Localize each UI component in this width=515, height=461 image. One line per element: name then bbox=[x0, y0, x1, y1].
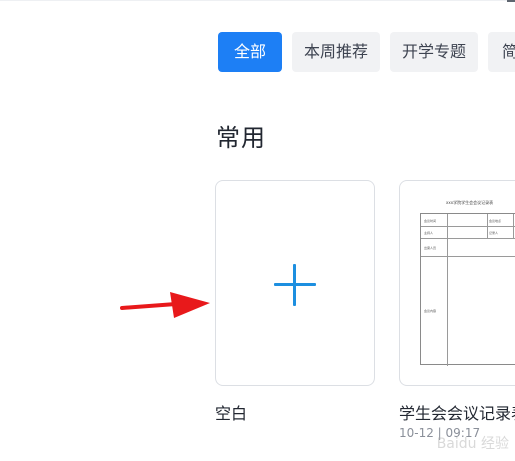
thumbnail-title: xxx学院学生会会议记录表 bbox=[446, 200, 494, 205]
thumbnail-cell: 出席人员 bbox=[424, 246, 437, 250]
meeting-record-template-card[interactable]: xxx学院学生会会议记录表 会议时间 会议地点 主持人 记录人 出席人员 会议内… bbox=[399, 180, 515, 386]
thumbnail-cell: 主持人 bbox=[424, 231, 434, 235]
watermark: Baidu 经验 bbox=[436, 436, 509, 452]
top-divider bbox=[0, 0, 515, 1]
tab-partial-next[interactable]: 简 bbox=[488, 32, 515, 72]
meeting-record-card-caption: 学生会会议记录表 bbox=[399, 404, 515, 423]
thumbnail-cell: 会议地点 bbox=[489, 219, 502, 223]
tab-all[interactable]: 全部 bbox=[218, 32, 282, 72]
plus-icon bbox=[274, 264, 316, 306]
blank-card-caption: 空白 bbox=[215, 404, 248, 423]
template-picker-page: 全部 本周推荐 开学专题 简 常用 xxx学院学生会会议记录表 会议时间 会议地… bbox=[0, 0, 515, 461]
document-thumbnail: xxx学院学生会会议记录表 会议时间 会议地点 主持人 记录人 出席人员 会议内… bbox=[416, 195, 515, 367]
thumbnail-cell: 会议时间 bbox=[424, 219, 437, 223]
window-edge-mark bbox=[507, 0, 515, 2]
blank-template-card[interactable] bbox=[215, 180, 375, 386]
thumbnail-table: 会议时间 会议地点 主持人 记录人 出席人员 会议内容 bbox=[420, 213, 515, 366]
tab-weekly-recommended[interactable]: 本周推荐 bbox=[292, 32, 380, 72]
tab-back-to-school[interactable]: 开学专题 bbox=[390, 32, 478, 72]
section-title-common: 常用 bbox=[216, 124, 266, 152]
thumbnail-cell: 记录人 bbox=[489, 231, 499, 235]
thumbnail-cell: 会议内容 bbox=[424, 309, 437, 313]
red-arrow-annotation bbox=[120, 292, 210, 318]
